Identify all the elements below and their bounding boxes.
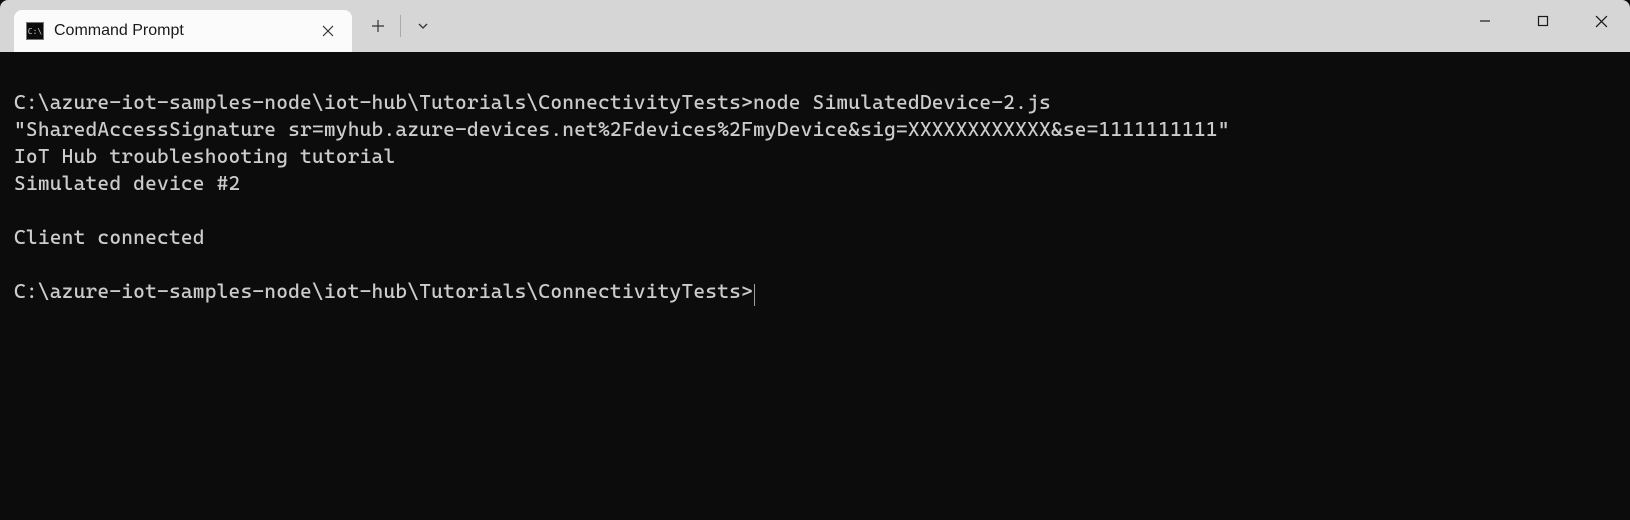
terminal-line: "SharedAccessSignature sr=myhub.azure-de… [14,116,1616,143]
tabs-area: C:\ Command Prompt [0,0,443,52]
terminal-output[interactable]: C:\azure-iot-samples-node\iot-hub\Tutori… [0,52,1630,520]
maximize-button[interactable] [1514,0,1572,42]
tab-command-prompt[interactable]: C:\ Command Prompt [14,10,352,52]
minimize-icon [1479,15,1491,27]
maximize-icon [1537,15,1549,27]
window-controls [1456,0,1630,42]
tab-divider [400,15,401,37]
terminal-line [14,251,1616,278]
terminal-line [14,197,1616,224]
plus-icon [371,19,385,33]
title-bar: C:\ Command Prompt [0,0,1630,52]
close-icon [1595,15,1608,28]
terminal-line: Client connected [14,224,1616,251]
close-tab-button[interactable] [316,19,340,43]
terminal-line: Simulated device #2 [14,170,1616,197]
tab-actions [358,0,443,52]
close-icon [322,25,334,37]
terminal-line: IoT Hub troubleshooting tutorial [14,143,1616,170]
new-tab-button[interactable] [358,7,398,45]
minimize-button[interactable] [1456,0,1514,42]
terminal-prompt: C:\azure-iot-samples-node\iot-hub\Tutori… [14,279,753,303]
terminal-line: C:\azure-iot-samples-node\iot-hub\Tutori… [14,89,1616,116]
cursor [754,284,756,306]
tab-title: Command Prompt [54,22,316,40]
close-window-button[interactable] [1572,0,1630,42]
chevron-down-icon [417,20,429,32]
terminal-line [14,62,1616,89]
terminal-icon: C:\ [26,22,44,40]
tab-dropdown-button[interactable] [403,7,443,45]
